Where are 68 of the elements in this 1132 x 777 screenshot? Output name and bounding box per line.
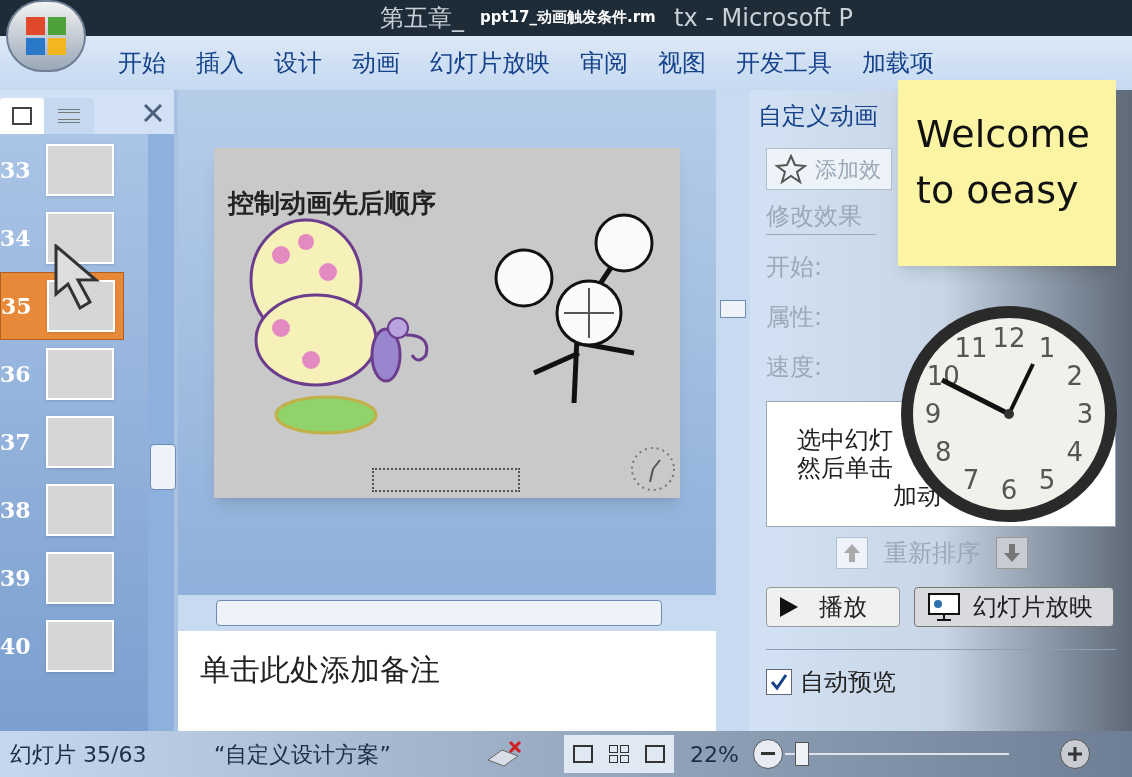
zoom-in-button[interactable]	[1060, 739, 1090, 769]
scroll-thumb[interactable]	[150, 444, 176, 490]
projector-screen-icon	[927, 592, 961, 622]
ribbon-tab[interactable]: 开始	[118, 45, 166, 81]
up-arrow-icon	[843, 543, 861, 563]
ribbon-tab[interactable]: 加载项	[862, 45, 934, 81]
sticky-note: Welcome to oeasy	[898, 80, 1116, 266]
field-label: 速度:	[766, 352, 823, 383]
slide-title: 控制动画先后顺序	[228, 186, 436, 220]
task-pane-title: 自定义动画	[758, 101, 878, 132]
vertical-scrollbar[interactable]	[148, 134, 174, 731]
slide-number: 35	[1, 291, 33, 321]
ribbon-tab[interactable]: 设计	[274, 45, 322, 81]
slide-thumbnail-image	[46, 416, 114, 468]
slide-number: 36	[0, 359, 32, 389]
office-logo-icon	[26, 17, 66, 55]
window-title: tx - Microsoft P	[674, 3, 853, 34]
checkbox-label: 自动预览	[800, 667, 896, 698]
slide-thumbnail-image	[46, 212, 114, 264]
down-arrow-icon	[1003, 543, 1021, 563]
slide-thumbnail-image	[46, 552, 114, 604]
scroll-thumb[interactable]	[720, 300, 746, 318]
move-down-button[interactable]	[996, 537, 1028, 569]
slide-number: 37	[0, 427, 32, 457]
close-icon	[143, 103, 163, 123]
hint-text: 然后单击	[797, 454, 893, 482]
ribbon-tab[interactable]: 审阅	[580, 45, 628, 81]
scroll-thumb[interactable]	[216, 600, 662, 626]
outline-icon	[58, 109, 80, 123]
theme-name: “自定义设计方案”	[213, 740, 392, 769]
ribbon-tab[interactable]: 插入	[196, 45, 244, 81]
move-up-button[interactable]	[836, 537, 868, 569]
slide-thumbnail-image	[46, 144, 114, 196]
horizontal-scrollbar[interactable]	[178, 595, 750, 631]
slides-icon	[12, 107, 32, 125]
slide-thumbnail-image	[46, 484, 114, 536]
slide-thumbnail-image	[46, 348, 114, 400]
slide-number: 39	[0, 563, 32, 593]
slideshow-button[interactable]: 幻灯片放映	[914, 587, 1114, 627]
slide-count: 幻灯片 35/63	[10, 740, 148, 769]
window-title: 第五章_	[380, 3, 466, 34]
zoom-slider-thumb[interactable]	[795, 742, 810, 766]
ribbon-tab[interactable]: 开发工具	[736, 45, 832, 81]
auto-preview-checkbox[interactable]	[766, 669, 792, 695]
video-title: ppt17_动画触发条件.rm	[480, 7, 656, 28]
clock-icon	[630, 445, 676, 492]
field-label: 开始:	[766, 252, 823, 283]
slide-number: 34	[0, 223, 32, 253]
plus-icon	[1068, 747, 1082, 761]
zoom-slider[interactable]	[784, 741, 1009, 767]
slide-number: 38	[0, 495, 32, 525]
ribbon-tab[interactable]: 幻灯片放映	[430, 45, 550, 81]
play-button[interactable]: 播放	[766, 587, 900, 627]
slide-number: 33	[0, 155, 32, 185]
checkmark-icon	[770, 673, 788, 691]
vertical-scrollbar[interactable]	[716, 631, 750, 731]
slides-tab[interactable]	[0, 98, 44, 134]
slide-number: 40	[0, 631, 32, 661]
field-label: 属性:	[766, 302, 823, 333]
slide-thumbnail-image	[46, 620, 114, 672]
minus-icon	[760, 752, 775, 756]
zoom-level: 22%	[690, 740, 739, 769]
ribbon-tab[interactable]: 动画	[352, 45, 400, 81]
ribbon-tab[interactable]: 视图	[658, 45, 706, 81]
play-icon	[779, 596, 799, 618]
zoom-out-button[interactable]	[752, 739, 783, 769]
notes-pane[interactable]: 单击此处添加备注	[178, 631, 716, 731]
hint-text: 选中幻灯	[797, 426, 893, 454]
